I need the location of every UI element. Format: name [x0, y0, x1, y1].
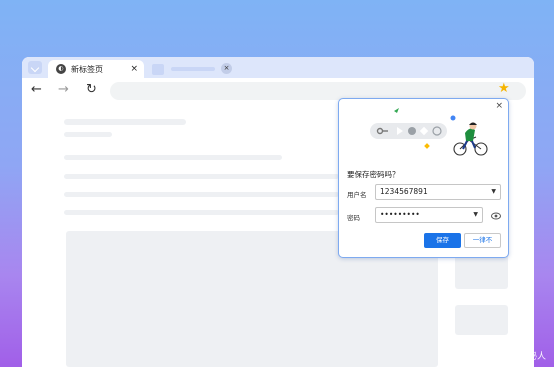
- tab-close-button[interactable]: ×: [130, 63, 138, 75]
- never-button[interactable]: 一律不: [464, 233, 501, 248]
- username-label: 用户名: [347, 191, 367, 199]
- watermark: CSDN @科技探秘人: [463, 352, 546, 362]
- dialog-title: 要保存密码吗？: [347, 170, 400, 179]
- password-label: 密码: [347, 214, 360, 222]
- forward-arrow-icon[interactable]: →: [58, 83, 69, 97]
- password-select[interactable]: ••••••••• ▼: [375, 207, 483, 223]
- tab-inactive[interactable]: ×: [146, 60, 240, 78]
- password-illustration: [370, 108, 488, 156]
- skeleton-line: [64, 132, 112, 137]
- bookmark-star-icon[interactable]: ★: [498, 82, 510, 96]
- username-value: 1234567891: [380, 187, 428, 196]
- back-arrow-icon[interactable]: ←: [31, 83, 42, 97]
- password-value: •••••••••: [380, 210, 420, 219]
- username-select[interactable]: 1234567891 ▼: [375, 184, 501, 200]
- skeleton-line: [64, 119, 186, 125]
- skeleton-side-card: [455, 305, 508, 335]
- save-button[interactable]: 保存: [424, 233, 461, 248]
- globe-icon: ◐: [56, 64, 66, 74]
- tab-title: 新标签页: [71, 64, 103, 74]
- dropdown-arrow-icon: ▼: [473, 211, 478, 218]
- tab-title-placeholder: [171, 67, 215, 71]
- tab-favicon-placeholder: [152, 63, 164, 75]
- skeleton-line: [64, 155, 282, 160]
- skeleton-line: [64, 210, 339, 215]
- eye-icon[interactable]: [491, 212, 501, 220]
- dropdown-arrow-icon: ▼: [491, 188, 496, 195]
- tab-new-tab[interactable]: ◐ 新标签页 ×: [48, 60, 144, 78]
- save-password-dialog: × 要保存密码吗？ 用户名 1234567891 ▼ 密码 ••••••••• …: [338, 98, 509, 258]
- tab-close-button[interactable]: ×: [221, 63, 232, 74]
- tab-search-icon[interactable]: [28, 61, 42, 74]
- tab-strip: ◐ 新标签页 × ×: [22, 57, 534, 78]
- skeleton-line: [64, 174, 339, 179]
- reload-icon[interactable]: ↻: [86, 83, 97, 97]
- skeleton-line: [64, 192, 339, 197]
